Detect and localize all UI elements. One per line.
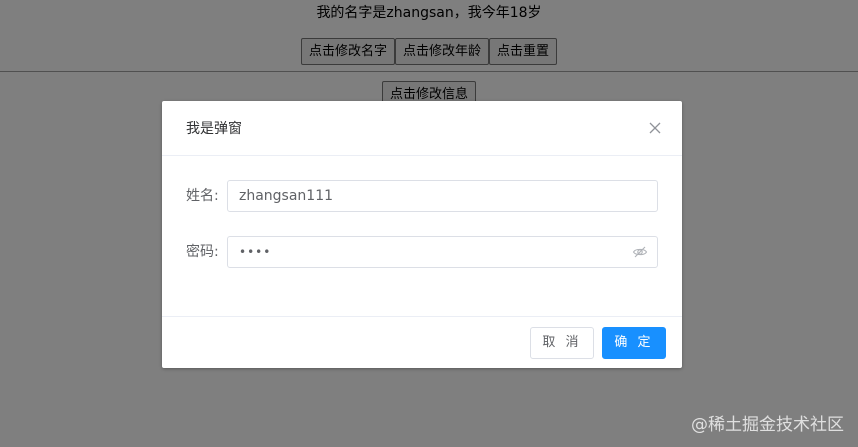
dialog-title: 我是弹窗 [186, 121, 242, 137]
dialog-footer: 取 消 确 定 [162, 316, 682, 368]
name-input[interactable] [227, 180, 658, 212]
password-form-row: 密码: [186, 236, 658, 268]
close-icon[interactable] [646, 119, 664, 137]
eye-hidden-icon[interactable] [632, 244, 658, 260]
dialog: 我是弹窗 姓名: 密码: 取 消 [162, 101, 682, 368]
password-label: 密码: [186, 244, 219, 260]
password-input[interactable] [227, 236, 658, 268]
name-form-row: 姓名: [186, 180, 658, 212]
cancel-button[interactable]: 取 消 [530, 327, 594, 359]
watermark: @稀土掘金技术社区 [691, 415, 844, 435]
confirm-button[interactable]: 确 定 [602, 327, 666, 359]
dialog-header: 我是弹窗 [162, 101, 682, 156]
name-label: 姓名: [186, 188, 219, 204]
page-root: 我的名字是zhangsan，我今年18岁 点击修改名字 点击修改年龄 点击重置 … [0, 0, 858, 447]
